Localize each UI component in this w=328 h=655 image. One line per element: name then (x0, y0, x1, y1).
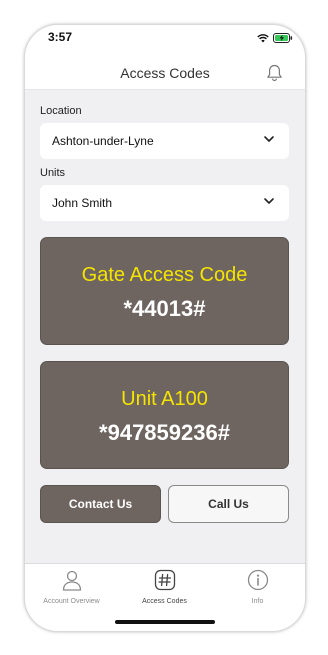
tab-account-overview[interactable]: Account Overview (25, 569, 118, 605)
tab-label: Access Codes (142, 598, 187, 605)
home-indicator (115, 620, 215, 624)
chevron-down-icon (264, 136, 274, 142)
nav-bar: Access Codes (25, 51, 305, 90)
gate-access-card: Gate Access Code *44013# (40, 237, 289, 345)
status-time: 3:57 (48, 30, 73, 44)
units-label: Units (40, 167, 66, 179)
location-label: Location (40, 105, 82, 117)
unit-access-card: Unit A100 *947859236# (40, 361, 289, 469)
hashtag-icon (154, 569, 175, 591)
units-select[interactable]: John Smith (40, 185, 289, 221)
phone-frame: 3:57 Access Codes Location Ashton-under-… (24, 24, 306, 632)
tab-bar: Account Overview Access Codes Info (25, 563, 305, 631)
call-us-button[interactable]: Call Us (168, 485, 289, 523)
battery-charging-icon (273, 33, 293, 43)
tab-label: Account Overview (43, 598, 100, 605)
tab-label: Info (251, 598, 264, 605)
status-bar: 3:57 (25, 25, 305, 51)
location-select[interactable]: Ashton-under-Lyne (40, 123, 289, 159)
person-icon (62, 570, 81, 591)
card-code: *44013# (123, 296, 206, 321)
card-code: *947859236# (99, 420, 230, 445)
chevron-down-icon (264, 198, 274, 204)
bell-icon[interactable] (266, 64, 283, 82)
wifi-icon (257, 33, 269, 42)
card-title: Gate Access Code (81, 264, 248, 286)
tab-access-codes[interactable]: Access Codes (118, 569, 211, 605)
info-icon (247, 569, 268, 591)
card-title: Unit A100 (121, 388, 208, 410)
contact-us-button[interactable]: Contact Us (40, 485, 161, 523)
units-value: John Smith (52, 196, 113, 210)
page-title: Access Codes (120, 65, 210, 81)
status-icons (257, 33, 293, 43)
tab-info[interactable]: Info (211, 569, 304, 605)
location-value: Ashton-under-Lyne (52, 134, 154, 148)
